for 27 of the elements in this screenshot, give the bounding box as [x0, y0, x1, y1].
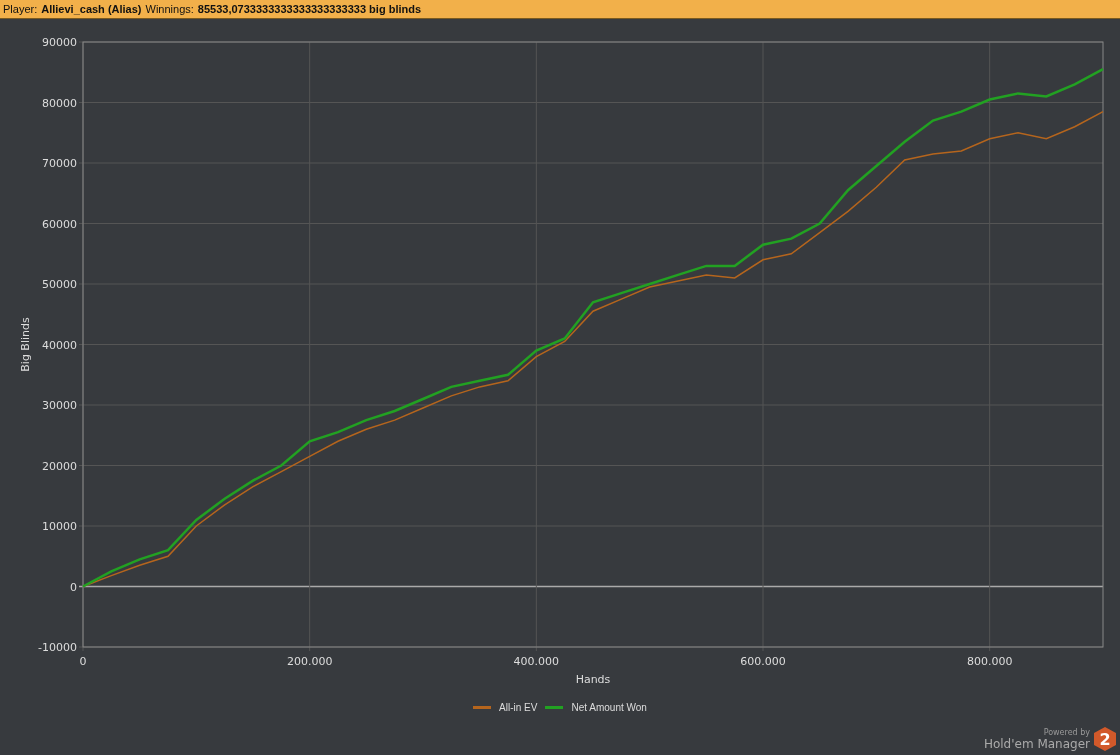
- x-tick-label: 0: [79, 655, 87, 668]
- y-axis-title: Big Blinds: [19, 317, 32, 372]
- logo-badge: 2: [1094, 727, 1116, 751]
- winnings-value: 85533,0733333333333333333333 big blinds: [197, 3, 422, 15]
- y-tick-label: 0: [70, 580, 77, 594]
- player-label: Player:: [3, 3, 38, 15]
- player-name: Allievi_cash (Alias): [41, 3, 142, 15]
- y-tick-label: 20000: [42, 459, 77, 473]
- y-tick-label: 80000: [42, 96, 77, 110]
- y-tick-label: 40000: [42, 338, 77, 352]
- y-tick-label: 60000: [42, 217, 77, 231]
- product-name: Hold'em Manager: [983, 737, 1090, 751]
- y-tick-label: 50000: [42, 278, 77, 291]
- x-tick-label: 800.000: [966, 655, 1013, 668]
- y-tick-label: 70000: [42, 157, 77, 170]
- y-tick-label: 90000: [42, 36, 77, 49]
- y-tick-label: 30000: [42, 399, 77, 412]
- winnings-label: Winnings:: [145, 3, 194, 15]
- powered-by-text: Powered by: [1043, 728, 1090, 737]
- x-tick-label: 400.000: [513, 655, 560, 668]
- y-tick-label: -10000: [38, 641, 77, 654]
- x-tick-label: 200.000: [286, 655, 333, 668]
- legend-label: Net Amount Won: [571, 702, 647, 713]
- x-tick-label: 600.000: [740, 655, 786, 668]
- legend-label: All-in EV: [499, 702, 538, 713]
- y-tick-label: 10000: [42, 520, 77, 533]
- x-axis-title: Hands: [575, 673, 611, 686]
